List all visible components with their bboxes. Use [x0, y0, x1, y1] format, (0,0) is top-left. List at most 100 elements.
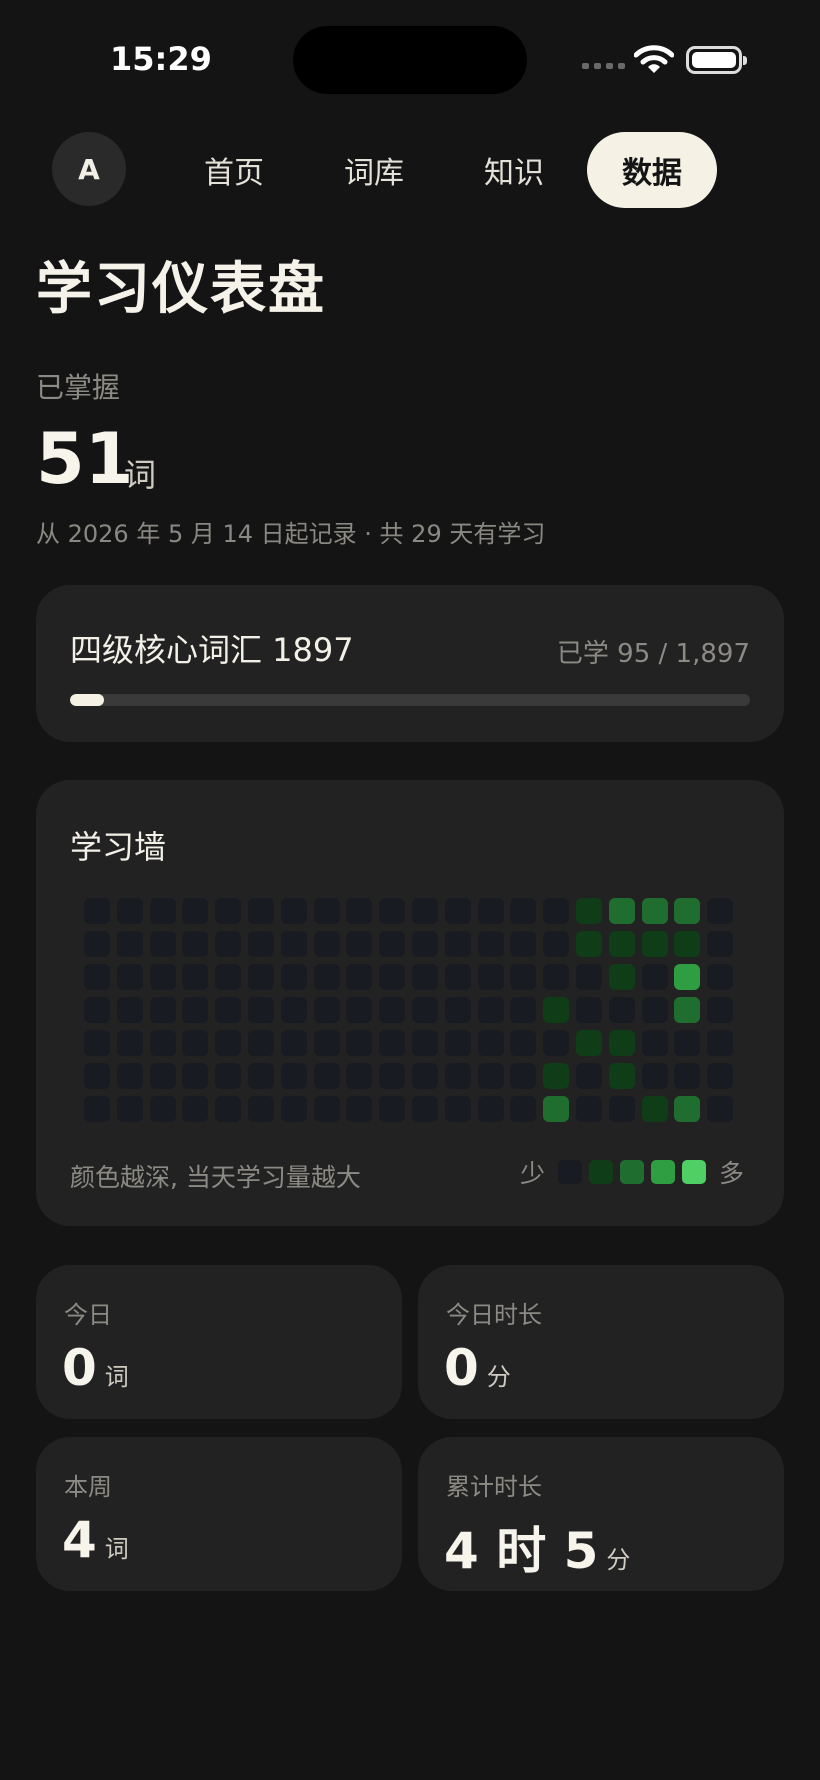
battery-icon [686, 46, 747, 74]
study-wall-cell [248, 931, 274, 957]
study-wall-cell [116, 1096, 143, 1122]
study-wall-cell [674, 1030, 701, 1056]
vocab-progress-count: 已学 95 / 1,897 [556, 639, 750, 669]
study-wall-cell [215, 1063, 242, 1089]
legend-swatch-0 [557, 1160, 582, 1184]
stat-today-duration: 今日时长 0分 [418, 1265, 784, 1419]
study-wall-cell [149, 1096, 176, 1122]
vocab-book-card[interactable]: 四级核心词汇 1897 已学 95 / 1,897 [36, 585, 784, 742]
vocab-progress-fill [70, 694, 105, 706]
study-wall-cell [379, 931, 406, 957]
study-wall-cell [707, 1063, 734, 1089]
study-wall-cell [116, 931, 143, 957]
study-wall-cell [346, 898, 373, 924]
stat-total-duration: 累计时长 4 时 5分 [418, 1437, 784, 1591]
study-wall-cell [182, 1030, 209, 1056]
study-wall-cell [576, 1063, 602, 1089]
study-wall-cell [280, 898, 307, 924]
study-wall-cell [182, 931, 209, 957]
study-wall-cell [84, 997, 110, 1023]
study-wall-cell [510, 898, 537, 924]
study-wall-cell [444, 964, 471, 990]
tab-home[interactable]: 首页 [178, 132, 290, 208]
study-wall-cell [84, 931, 110, 957]
study-wall-cell [510, 1096, 537, 1122]
wifi-icon [634, 45, 674, 73]
study-wall-cell [674, 931, 701, 957]
status-time: 15:29 [110, 40, 212, 78]
stat-value: 4 时 5分 [444, 1522, 631, 1580]
study-wall-cell [149, 997, 176, 1023]
study-wall-cell [346, 1030, 373, 1056]
study-wall-cell [608, 997, 635, 1023]
tab-data[interactable]: 数据 [587, 132, 717, 208]
study-wall-cell [477, 931, 504, 957]
study-wall-cell [641, 997, 668, 1023]
study-wall-cell [248, 1063, 274, 1089]
study-wall-cell [576, 1096, 602, 1122]
study-wall-cell [379, 898, 406, 924]
legend-swatch-4 [681, 1160, 706, 1184]
study-wall-cell [84, 1063, 110, 1089]
study-wall-cell [84, 1096, 110, 1122]
study-wall-cell [707, 931, 734, 957]
study-wall-cell [280, 931, 307, 957]
dynamic-island [293, 26, 527, 94]
study-wall-cell [412, 1063, 438, 1089]
study-wall-cell [641, 1096, 668, 1122]
stat-today-words: 今日 0词 [36, 1265, 402, 1419]
tab-vocabulary[interactable]: 词库 [318, 132, 430, 208]
study-wall-cell [313, 1096, 340, 1122]
study-wall-cell [543, 1063, 570, 1089]
study-wall-cell [444, 898, 471, 924]
study-wall-cell [149, 898, 176, 924]
study-wall-cell [248, 964, 274, 990]
study-wall-cell [674, 898, 701, 924]
study-wall-cell [576, 898, 602, 924]
tab-knowledge[interactable]: 知识 [458, 132, 570, 208]
study-wall-cell [477, 1030, 504, 1056]
study-wall-cell [182, 964, 209, 990]
study-wall-cell [215, 931, 242, 957]
study-wall-cell [149, 964, 176, 990]
study-wall-cell [313, 964, 340, 990]
study-wall-cell [412, 1096, 438, 1122]
study-wall-cell [543, 1096, 570, 1122]
study-wall-cell [608, 931, 635, 957]
study-wall-cell [215, 997, 242, 1023]
stat-label: 今日 [64, 1301, 112, 1329]
study-wall-cell [379, 1096, 406, 1122]
study-wall-cell [576, 997, 602, 1023]
page-title: 学习仪表盘 [36, 257, 326, 322]
stat-label: 今日时长 [446, 1301, 542, 1329]
study-wall-cell [576, 1030, 602, 1056]
study-wall-cell [116, 1063, 143, 1089]
study-wall-cell [707, 898, 734, 924]
study-wall-cell [215, 1030, 242, 1056]
study-wall-cell [280, 1030, 307, 1056]
study-wall-cell [313, 997, 340, 1023]
study-wall-cell [674, 997, 701, 1023]
legend-more-label: 多 [718, 1159, 744, 1188]
study-wall-cell [444, 997, 471, 1023]
study-wall-cell [379, 1063, 406, 1089]
study-wall-cell [707, 1096, 734, 1122]
study-wall-cell [248, 997, 274, 1023]
study-wall-cell [313, 898, 340, 924]
study-wall-cell [84, 964, 110, 990]
study-wall-cell [84, 898, 110, 924]
study-wall-cell [477, 1096, 504, 1122]
study-wall-cell [379, 1030, 406, 1056]
study-wall-cell [313, 1030, 340, 1056]
study-wall-cell [444, 1096, 471, 1122]
study-wall-cell [477, 964, 504, 990]
study-wall-cell [248, 898, 274, 924]
study-wall-cell [543, 1030, 570, 1056]
stat-value: 0分 [444, 1339, 511, 1397]
study-wall-cell [412, 1030, 438, 1056]
study-wall-cell [280, 997, 307, 1023]
study-wall-cell [543, 898, 570, 924]
legend-swatch-3 [650, 1160, 675, 1184]
avatar[interactable]: A [52, 132, 126, 206]
study-wall-cell [379, 997, 406, 1023]
